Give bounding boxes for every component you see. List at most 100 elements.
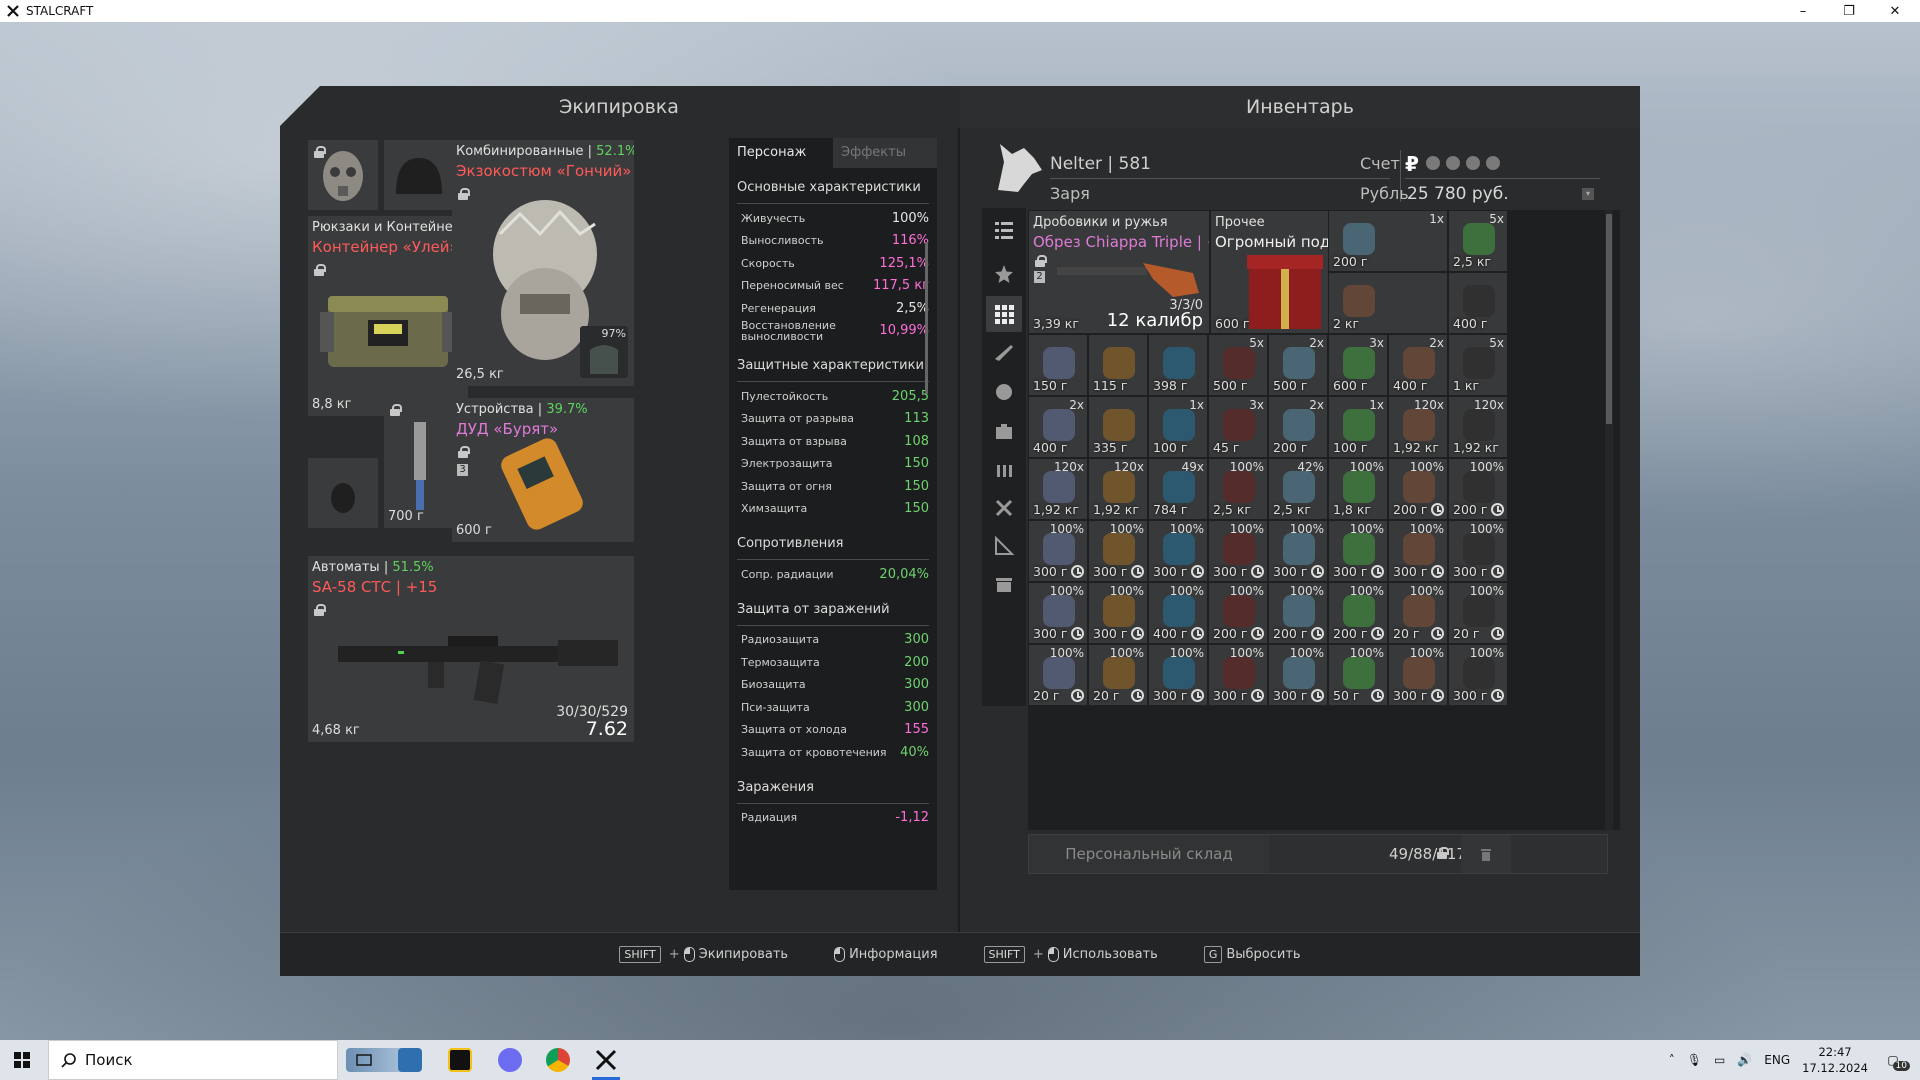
- device-slot[interactable]: Устройства | 39.7% ДУД «Бурят» 3 600 г: [452, 398, 634, 542]
- close-button[interactable]: ✕: [1872, 0, 1918, 22]
- inventory-item[interactable]: 100% 300 г: [1328, 520, 1388, 582]
- inventory-item[interactable]: 5x 2,5 кг: [1448, 210, 1508, 272]
- token-currency-icon[interactable]: [1466, 156, 1480, 170]
- chrome-app-icon[interactable]: [546, 1048, 570, 1072]
- stats-scrollbar[interactable]: [925, 242, 928, 394]
- favorites-icon[interactable]: [986, 256, 1022, 292]
- inventory-item[interactable]: 100% 20 г: [1448, 582, 1508, 644]
- inventory-item[interactable]: 100% 300 г: [1268, 644, 1328, 706]
- inventory-item[interactable]: 1x 200 г: [1328, 210, 1448, 272]
- armor-filter-icon[interactable]: [986, 374, 1022, 410]
- inventory-item[interactable]: 2x 400 г: [1028, 396, 1088, 458]
- inventory-item[interactable]: 100% 2,5 кг: [1208, 458, 1268, 520]
- taskbar-search-box[interactable]: Поиск: [48, 1040, 338, 1080]
- ruble-icon[interactable]: ₽: [1405, 152, 1419, 176]
- inventory-item[interactable]: 100% 200 г: [1388, 458, 1448, 520]
- volume-icon[interactable]: 🔊: [1737, 1053, 1752, 1067]
- inventory-item[interactable]: 120x 1,92 кг: [1028, 458, 1088, 520]
- weather-widget-icon[interactable]: [346, 1048, 406, 1072]
- inventory-item[interactable]: 100% 200 г: [1208, 582, 1268, 644]
- armor-slot[interactable]: Комбинированные | 52.1% Экзокостюм «Гонч…: [452, 140, 634, 386]
- weapons-filter-icon[interactable]: [986, 334, 1022, 370]
- inventory-item[interactable]: 100% 400 г: [1148, 582, 1208, 644]
- mask-slot[interactable]: [308, 140, 378, 210]
- misc-filter-icon[interactable]: [986, 528, 1022, 564]
- inventory-item[interactable]: 100% 300 г: [1388, 520, 1448, 582]
- inventory-item[interactable]: 100% 300 г: [1088, 582, 1148, 644]
- inventory-item[interactable]: 100% 20 г: [1388, 582, 1448, 644]
- inventory-item[interactable]: 100% 300 г: [1448, 520, 1508, 582]
- tab-character[interactable]: Персонаж: [729, 138, 833, 168]
- knife-slot[interactable]: 700 г: [384, 398, 454, 528]
- personal-stash-button[interactable]: Персональный склад: [1029, 835, 1269, 873]
- inventory-item[interactable]: 100% 300 г: [1028, 520, 1088, 582]
- container-slot[interactable]: Рюкзаки и Контейнеры Контейнер «Улей» 8,…: [308, 216, 468, 416]
- inventory-item-shotgun[interactable]: Дробовики и ружья Обрез Chiappa Triple |…: [1028, 210, 1210, 334]
- inventory-item[interactable]: 5x 1 кг: [1448, 334, 1508, 396]
- inventory-item[interactable]: 120x 1,92 кг: [1388, 396, 1448, 458]
- inventory-item[interactable]: 49x 784 г: [1148, 458, 1208, 520]
- inventory-item[interactable]: 150 г: [1028, 334, 1088, 396]
- stalcraft-launcher-icon[interactable]: [448, 1048, 472, 1072]
- inventory-item[interactable]: 335 г: [1088, 396, 1148, 458]
- inventory-item[interactable]: 1x 100 г: [1328, 396, 1388, 458]
- currency-dropdown[interactable]: ▾: [1582, 188, 1594, 200]
- all-items-icon[interactable]: [986, 296, 1022, 332]
- helmet-slot[interactable]: [384, 140, 454, 210]
- inventory-item[interactable]: 2x 200 г: [1268, 396, 1328, 458]
- inventory-item[interactable]: 100% 300 г: [1148, 520, 1208, 582]
- inventory-item[interactable]: 100% 300 г: [1148, 644, 1208, 706]
- inventory-item[interactable]: 5x 500 г: [1208, 334, 1268, 396]
- taskbar-clock[interactable]: 22:47 17.12.2024: [1802, 1044, 1868, 1076]
- inventory-item[interactable]: 100% 300 г: [1088, 520, 1148, 582]
- discord-app-icon[interactable]: [498, 1048, 522, 1072]
- weapon-slot[interactable]: Автоматы | 51.5% SA-58 СТС | +15 30/30/5…: [308, 556, 634, 742]
- tools-filter-icon[interactable]: [986, 490, 1022, 526]
- inventory-item[interactable]: 3x 600 г: [1328, 334, 1388, 396]
- inventory-item[interactable]: 100% 20 г: [1088, 644, 1148, 706]
- inventory-item[interactable]: 100% 300 г: [1208, 520, 1268, 582]
- inventory-item[interactable]: 100% 50 г: [1328, 644, 1388, 706]
- containers-filter-icon[interactable]: [986, 414, 1022, 450]
- inventory-item[interactable]: 100% 300 г: [1448, 644, 1508, 706]
- microphone-icon[interactable]: 🎙: [1687, 1053, 1702, 1067]
- inventory-item[interactable]: 100% 300 г: [1268, 520, 1328, 582]
- network-icon[interactable]: ▭: [1714, 1053, 1725, 1067]
- restore-button[interactable]: ❐: [1826, 0, 1872, 22]
- inventory-item[interactable]: 100% 300 г: [1028, 582, 1088, 644]
- inventory-item[interactable]: 120x 1,92 кг: [1088, 458, 1148, 520]
- inventory-item[interactable]: 100% 200 г: [1328, 582, 1388, 644]
- inventory-item[interactable]: 100% 1,8 кг: [1328, 458, 1388, 520]
- storage-filter-icon[interactable]: [986, 566, 1022, 602]
- inventory-item[interactable]: 2 кг: [1328, 272, 1448, 334]
- inventory-scrollbar-thumb[interactable]: [1606, 214, 1612, 424]
- inventory-item[interactable]: 100% 200 г: [1448, 458, 1508, 520]
- list-view-icon[interactable]: [986, 212, 1022, 248]
- inventory-item[interactable]: 3x 45 г: [1208, 396, 1268, 458]
- notification-icon[interactable]: ▢ 10: [1880, 1053, 1910, 1071]
- inventory-item[interactable]: 2x 500 г: [1268, 334, 1328, 396]
- inventory-item[interactable]: 2x 400 г: [1388, 334, 1448, 396]
- stash-lock-icon[interactable]: [1437, 847, 1449, 859]
- inventory-item[interactable]: 100% 200 г: [1268, 582, 1328, 644]
- inventory-item[interactable]: 400 г: [1448, 272, 1508, 334]
- inventory-item[interactable]: 1x 100 г: [1148, 396, 1208, 458]
- inventory-item[interactable]: 100% 300 г: [1388, 644, 1448, 706]
- inventory-item[interactable]: 100% 20 г: [1028, 644, 1088, 706]
- windows-start-icon[interactable]: [14, 1052, 30, 1068]
- stalcraft-app-icon[interactable]: [594, 1048, 618, 1072]
- inventory-item[interactable]: 42% 2,5 кг: [1268, 458, 1328, 520]
- tab-effects[interactable]: Эффекты: [833, 138, 937, 168]
- inventory-item[interactable]: 120x 1,92 кг: [1448, 396, 1508, 458]
- explorer-app-icon[interactable]: [398, 1048, 422, 1072]
- minimize-button[interactable]: –: [1780, 0, 1826, 22]
- medal-currency-icon[interactable]: [1486, 156, 1500, 170]
- artifact-slot[interactable]: [308, 458, 378, 528]
- leaf-currency-icon[interactable]: [1446, 156, 1460, 170]
- language-indicator[interactable]: ENG: [1764, 1053, 1790, 1067]
- trash-button[interactable]: [1461, 835, 1511, 873]
- inventory-scrollbar[interactable]: [1605, 210, 1613, 830]
- inventory-item[interactable]: 100% 300 г: [1208, 644, 1268, 706]
- inventory-item[interactable]: 115 г: [1088, 334, 1148, 396]
- gear-currency-icon[interactable]: [1426, 156, 1440, 170]
